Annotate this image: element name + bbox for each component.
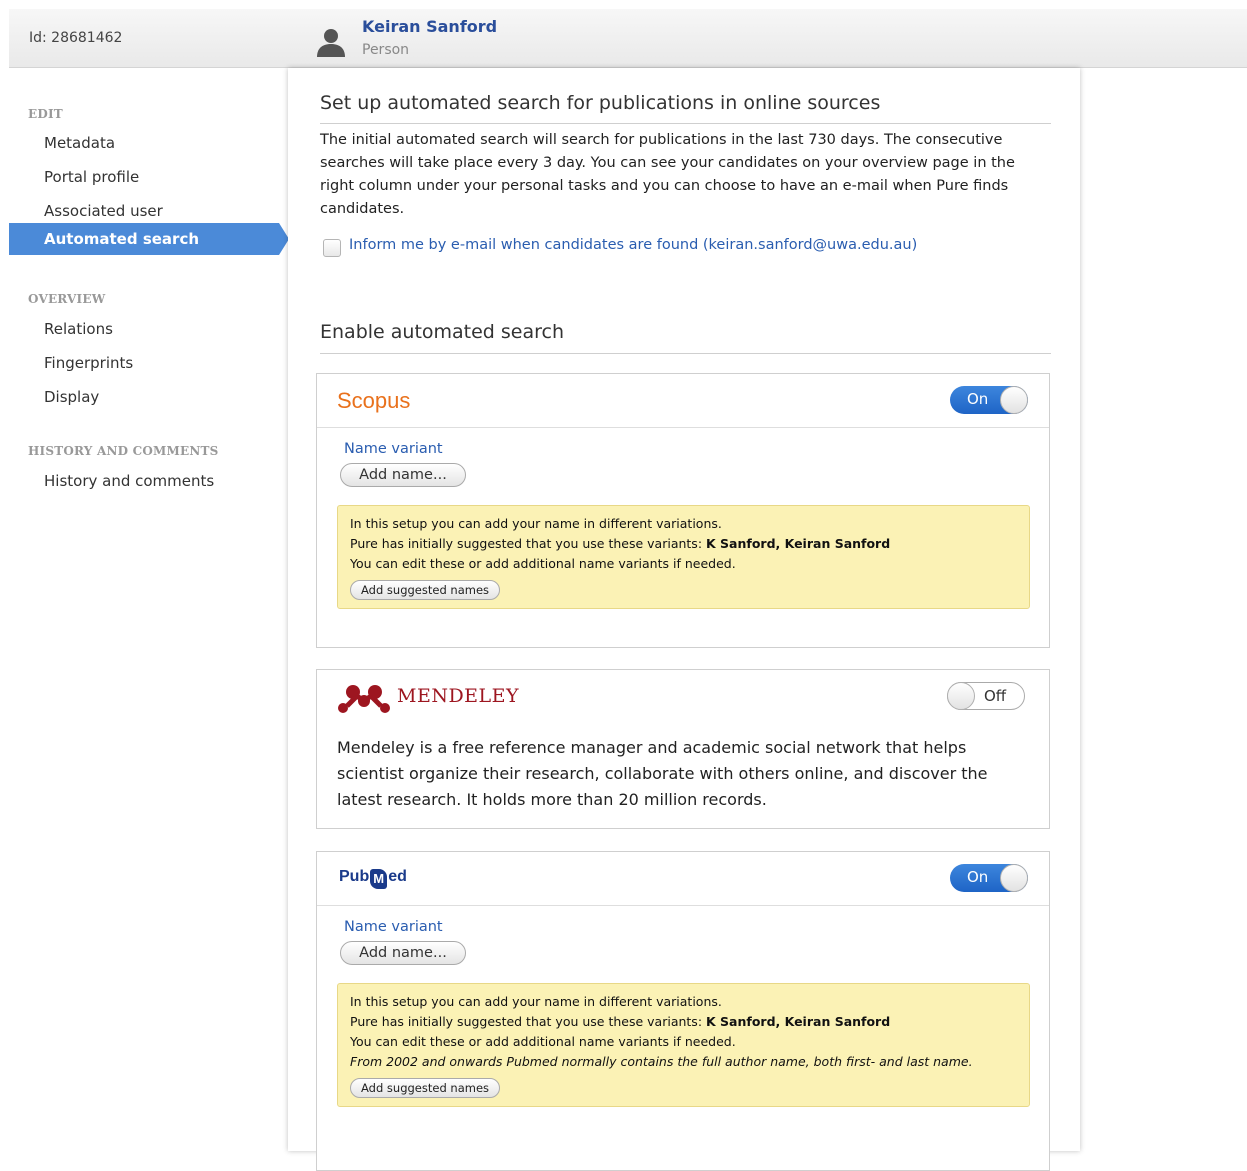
- sidebar-heading-edit: EDIT: [28, 107, 63, 121]
- sidebar-item-relations[interactable]: Relations: [44, 320, 113, 338]
- name-variant-label: Name variant: [344, 441, 443, 457]
- toggle-knob: [1000, 864, 1028, 892]
- pubmed-logo-mark: M: [370, 869, 388, 889]
- sidebar-item-portal-profile[interactable]: Portal profile: [44, 168, 139, 186]
- main-panel: Set up automated search for publications…: [288, 68, 1080, 1171]
- mendeley-card-header: MENDELEY Off: [317, 670, 1049, 724]
- record-id: Id: 28681462: [29, 30, 123, 46]
- pubmed-logo-text: Pub: [339, 868, 370, 885]
- pubmed-card: Pub Med On Name variant Add name... In th…: [316, 851, 1050, 1171]
- pubmed-logo-text: ed: [388, 868, 407, 885]
- divider: [320, 123, 1051, 124]
- toggle-knob: [1000, 386, 1028, 414]
- note-line: You can edit these or add additional nam…: [350, 1034, 736, 1049]
- name-variant-label: Name variant: [344, 919, 443, 935]
- person-icon: [317, 29, 345, 57]
- pubmed-logo: Pub Med: [339, 868, 407, 889]
- record-header: Id: 28681462 Keiran Sanford Person: [9, 9, 1247, 68]
- sidebar-item-metadata[interactable]: Metadata: [44, 134, 115, 152]
- scopus-logo: Scopus: [337, 388, 411, 413]
- name-variant-note: In this setup you can add your name in d…: [337, 983, 1030, 1107]
- add-suggested-names-button[interactable]: Add suggested names: [350, 1078, 501, 1098]
- name-variant-note: In this setup you can add your name in d…: [337, 505, 1030, 609]
- enable-title: Enable automated search: [320, 321, 565, 343]
- note-text: Pure has initially suggested that you us…: [350, 1014, 706, 1029]
- record-type: Person: [362, 42, 410, 58]
- note-line: Pure has initially suggested that you us…: [350, 534, 1017, 554]
- toggle-label: Off: [984, 687, 1007, 705]
- sidebar-heading-overview: OVERVIEW: [28, 292, 106, 306]
- scopus-card-header: Scopus On: [317, 374, 1049, 428]
- add-name-button[interactable]: Add name...: [340, 941, 466, 965]
- mendeley-toggle[interactable]: Off: [947, 682, 1025, 710]
- app-frame: Id: 28681462 Keiran Sanford Person EDIT …: [9, 9, 1247, 1171]
- sidebar-item-fingerprints[interactable]: Fingerprints: [44, 354, 133, 372]
- intro-text: The initial automated search will search…: [320, 132, 1015, 217]
- suggested-variants: K Sanford, Keiran Sanford: [706, 536, 891, 551]
- email-notify-checkbox[interactable]: [323, 239, 341, 257]
- note-line: In this setup you can add your name in d…: [350, 994, 722, 1009]
- sidebar-item-history-and-comments[interactable]: History and comments: [44, 472, 214, 490]
- add-suggested-names-button[interactable]: Add suggested names: [350, 580, 501, 600]
- suggested-variants: K Sanford, Keiran Sanford: [706, 1014, 891, 1029]
- toggle-label: On: [967, 868, 989, 886]
- toggle-knob: [947, 682, 975, 710]
- scopus-card: Scopus On Name variant Add name... In th…: [316, 373, 1050, 648]
- note-line: Pure has initially suggested that you us…: [350, 1012, 1017, 1032]
- mendeley-wordmark: MENDELEY: [397, 685, 520, 707]
- sidebar-heading-history: HISTORY AND COMMENTS: [28, 444, 219, 458]
- sidebar-item-automated-search[interactable]: Automated search: [9, 223, 289, 255]
- mendeley-icon: [338, 685, 390, 713]
- sidebar: EDIT Metadata Portal profile Associated …: [9, 68, 289, 1151]
- scopus-toggle[interactable]: On: [950, 386, 1028, 414]
- divider: [320, 353, 1051, 354]
- email-notify-label[interactable]: Inform me by e-mail when candidates are …: [349, 237, 917, 253]
- sidebar-item-display[interactable]: Display: [44, 388, 99, 406]
- sidebar-item-associated-user[interactable]: Associated user: [44, 202, 163, 220]
- pubmed-card-header: Pub Med On: [317, 852, 1049, 906]
- pubmed-note: From 2002 and onwards Pubmed normally co…: [350, 1054, 973, 1069]
- sidebar-item-label: Automated search: [44, 230, 200, 248]
- person-name-link[interactable]: Keiran Sanford: [362, 17, 497, 36]
- note-text: Pure has initially suggested that you us…: [350, 536, 706, 551]
- toggle-label: On: [967, 390, 989, 408]
- note-line: In this setup you can add your name in d…: [350, 516, 722, 531]
- mendeley-card: MENDELEY Off Mendeley is a free referenc…: [316, 669, 1050, 829]
- add-name-button[interactable]: Add name...: [340, 463, 466, 487]
- pubmed-toggle[interactable]: On: [950, 864, 1028, 892]
- mendeley-description: Mendeley is a free reference manager and…: [337, 738, 988, 809]
- setup-title: Set up automated search for publications…: [320, 92, 881, 114]
- note-line: You can edit these or add additional nam…: [350, 556, 736, 571]
